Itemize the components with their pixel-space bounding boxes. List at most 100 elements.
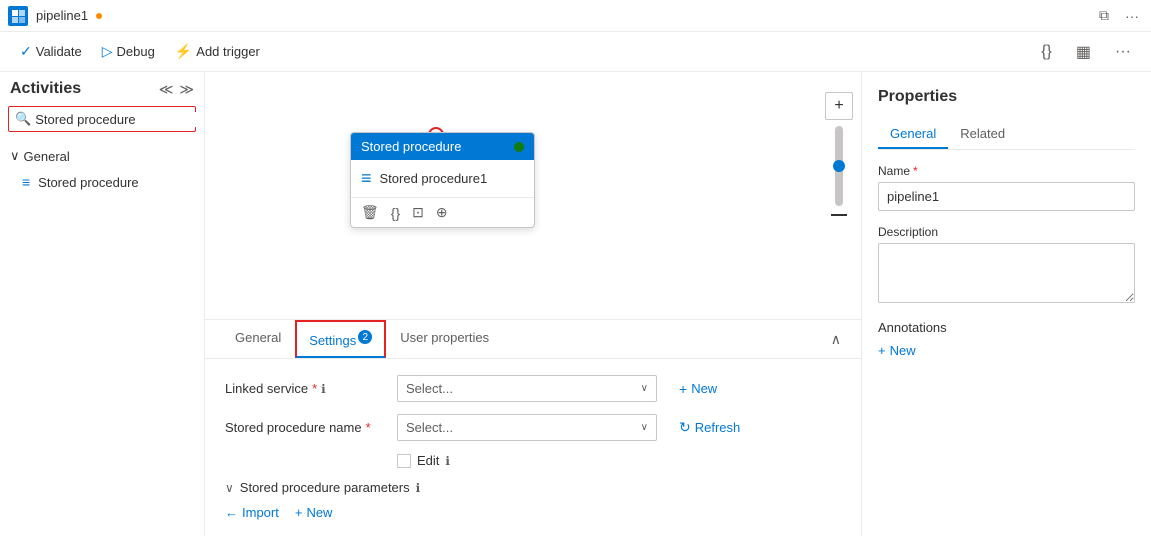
description-field: Description bbox=[878, 225, 1135, 306]
linked-service-label: Linked service * ℹ bbox=[225, 381, 385, 396]
linked-service-select[interactable]: Select... ∨ bbox=[397, 375, 657, 402]
debug-icon: ▷ bbox=[102, 43, 113, 60]
sp-name-required: * bbox=[366, 420, 371, 435]
node-body: ≡ Stored procedure1 bbox=[351, 160, 534, 197]
zoom-out-dash bbox=[831, 214, 847, 216]
search-icon: 🔍 bbox=[15, 111, 31, 127]
annotations-section: Annotations + New bbox=[878, 320, 1135, 358]
main-content: Activities ≪ ≫ 🔍 ∨ General ≡ Stored proc… bbox=[0, 72, 1151, 536]
settings-panel-content: Linked service * ℹ Select... ∨ + New bbox=[205, 359, 861, 536]
annotations-new-button[interactable]: + New bbox=[878, 343, 1135, 358]
name-field: Name * bbox=[878, 164, 1135, 211]
new-linked-service-button[interactable]: + New bbox=[669, 376, 727, 402]
node-success-connector bbox=[514, 142, 524, 152]
prop-tab-related[interactable]: Related bbox=[948, 120, 1017, 149]
stored-procedure-label: Stored procedure bbox=[38, 175, 138, 190]
new-param-button[interactable]: + New bbox=[295, 505, 333, 520]
title-bar-left: pipeline1 bbox=[8, 6, 102, 26]
monitor-icon[interactable]: ▦ bbox=[1068, 38, 1099, 66]
edit-checkbox[interactable] bbox=[397, 454, 411, 468]
tab-user-properties[interactable]: User properties bbox=[386, 320, 503, 358]
sp-name-arrow-icon: ∨ bbox=[641, 422, 648, 433]
node-body-icon: ≡ bbox=[361, 168, 372, 189]
node-toolbar: 🗑 {} ⊡ ⊕ bbox=[351, 197, 534, 227]
toolbar-right: {} ▦ ··· bbox=[1033, 38, 1139, 66]
node-body-label: Stored procedure1 bbox=[380, 171, 488, 186]
node-header-label: Stored procedure bbox=[361, 139, 461, 154]
sidebar-title: Activities bbox=[10, 80, 81, 98]
collapse-icon[interactable]: ≪ bbox=[159, 81, 174, 98]
sidebar-controls: ≪ ≫ bbox=[159, 81, 194, 98]
trigger-icon: ⚡ bbox=[175, 43, 192, 60]
panel-collapse-icon[interactable]: ∧ bbox=[827, 327, 845, 352]
edit-checkbox-row: Edit ℹ bbox=[225, 453, 841, 468]
item-drag-icon[interactable]: ⠿ bbox=[171, 175, 180, 189]
sp-name-row: Stored procedure name * Select... ∨ ↻ Re… bbox=[225, 414, 841, 441]
prop-tab-general[interactable]: General bbox=[878, 120, 948, 149]
sp-name-select[interactable]: Select... ∨ bbox=[397, 414, 657, 441]
node-connect-icon[interactable]: ⊕ bbox=[434, 202, 450, 223]
edit-info-icon[interactable]: ℹ bbox=[445, 454, 450, 468]
refresh-icon: ↻ bbox=[679, 419, 691, 436]
pipeline-canvas[interactable]: Stored procedure ≡ Stored procedure1 🗑 {… bbox=[205, 72, 861, 319]
sp-params-chevron-icon: ∨ bbox=[225, 481, 234, 495]
description-label: Description bbox=[878, 225, 1135, 239]
node-code-icon[interactable]: {} bbox=[389, 203, 402, 223]
sp-params-actions: ← Import + New bbox=[225, 505, 841, 520]
general-section: ∨ General ≡ Stored procedure ⠿ ··· bbox=[0, 140, 204, 200]
new-linked-service-plus-icon: + bbox=[679, 381, 687, 397]
activities-sidebar: Activities ≪ ≫ 🔍 ∨ General ≡ Stored proc… bbox=[0, 72, 205, 536]
zoom-slider[interactable] bbox=[835, 126, 843, 206]
search-input[interactable] bbox=[35, 112, 205, 127]
refresh-button[interactable]: ↻ Refresh bbox=[669, 414, 750, 441]
pipeline-title: pipeline1 bbox=[36, 8, 88, 23]
tab-settings[interactable]: Settings2 bbox=[295, 320, 386, 358]
main-toolbar: ✓ Validate ▷ Debug ⚡ Add trigger {} ▦ ··… bbox=[0, 32, 1151, 72]
import-arrow-icon: ← bbox=[225, 505, 238, 520]
debug-button[interactable]: ▷ Debug bbox=[94, 39, 163, 64]
zoom-in-button[interactable]: + bbox=[825, 92, 853, 120]
node-copy-icon[interactable]: ⊡ bbox=[410, 202, 426, 223]
validate-button[interactable]: ✓ Validate bbox=[12, 39, 90, 64]
ellipsis-icon[interactable]: ··· bbox=[1107, 39, 1139, 65]
center-area: Stored procedure ≡ Stored procedure1 🗑 {… bbox=[205, 72, 861, 536]
unsaved-indicator bbox=[96, 13, 102, 19]
item-more-icon[interactable]: ··· bbox=[182, 175, 194, 189]
description-textarea[interactable] bbox=[878, 243, 1135, 303]
linked-service-required: * bbox=[312, 381, 317, 396]
linked-service-row: Linked service * ℹ Select... ∨ + New bbox=[225, 375, 841, 402]
import-button[interactable]: ← Import bbox=[225, 505, 279, 520]
more-options-icon[interactable]: ··· bbox=[1121, 6, 1143, 26]
stored-procedure-icon: ≡ bbox=[22, 174, 30, 190]
node-header-right bbox=[514, 142, 524, 152]
edit-label: Edit bbox=[417, 453, 439, 468]
bottom-tabs: General Settings2 User properties bbox=[221, 320, 503, 358]
section-label: General bbox=[24, 149, 70, 164]
bottom-panel: General Settings2 User properties ∧ bbox=[205, 319, 861, 536]
annotations-plus-icon: + bbox=[878, 343, 886, 358]
linked-service-info-icon[interactable]: ℹ bbox=[321, 382, 326, 396]
activity-search-box[interactable]: 🔍 bbox=[8, 106, 196, 132]
linked-service-arrow-icon: ∨ bbox=[641, 383, 648, 394]
sp-name-placeholder: Select... bbox=[406, 420, 453, 435]
name-required: * bbox=[913, 164, 918, 178]
code-view-icon[interactable]: {} bbox=[1033, 39, 1060, 65]
properties-panel: Properties General Related Name * Descri… bbox=[861, 72, 1151, 536]
stored-procedure-item[interactable]: ≡ Stored procedure ⠿ ··· bbox=[0, 168, 204, 196]
name-input[interactable] bbox=[878, 182, 1135, 211]
stored-procedure-node[interactable]: Stored procedure ≡ Stored procedure1 🗑 {… bbox=[350, 132, 535, 228]
general-section-header[interactable]: ∨ General bbox=[0, 144, 204, 168]
sp-name-label: Stored procedure name * bbox=[225, 420, 385, 435]
title-bar: pipeline1 ⧉ ··· bbox=[0, 0, 1151, 32]
restore-icon[interactable]: ⧉ bbox=[1095, 5, 1113, 26]
sp-params-info-icon[interactable]: ℹ bbox=[416, 481, 421, 495]
sidebar-header: Activities ≪ ≫ bbox=[0, 72, 204, 102]
node-delete-icon[interactable]: 🗑 bbox=[359, 202, 381, 223]
sp-params-label: Stored procedure parameters bbox=[240, 480, 410, 495]
sp-params-section-header[interactable]: ∨ Stored procedure parameters ℹ bbox=[225, 480, 841, 495]
tab-general[interactable]: General bbox=[221, 320, 295, 358]
validate-icon: ✓ bbox=[20, 43, 32, 60]
expand-icon[interactable]: ≫ bbox=[179, 81, 194, 98]
zoom-slider-thumb[interactable] bbox=[833, 160, 845, 172]
add-trigger-button[interactable]: ⚡ Add trigger bbox=[167, 39, 268, 64]
